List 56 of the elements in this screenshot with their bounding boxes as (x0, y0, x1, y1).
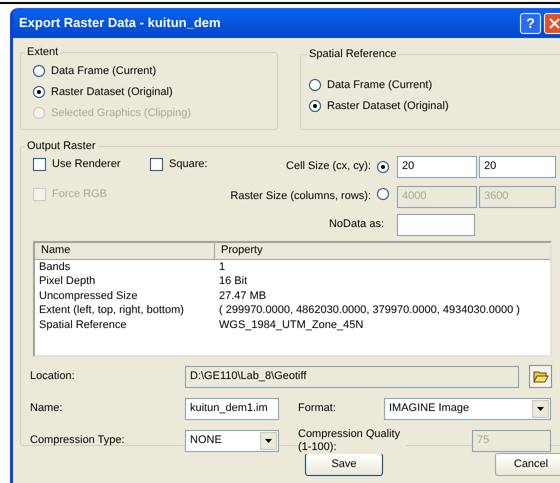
caret-icon (260, 432, 277, 450)
folder-icon (532, 370, 548, 383)
table-cell-text: Uncompressed Size (38, 288, 138, 304)
radio-label: Selected Graphics (Clipping) (51, 106, 192, 121)
help-button[interactable]: ? (520, 12, 541, 34)
table-cell-text: Extent (left, top, right, bottom) (38, 303, 185, 318)
table-cell-text: 27.47 MB (218, 288, 268, 304)
column-header[interactable]: Property (215, 242, 550, 258)
checkbox-label: Use Renderer (52, 157, 120, 172)
radio-label: Raster Dataset (Original) (327, 98, 449, 114)
table-cell-text: Bands (38, 260, 72, 274)
table-cell-text: 16 Bit (218, 274, 248, 289)
radio-button[interactable] (33, 86, 45, 98)
dropdown[interactable]: IMAGINE Image (384, 398, 551, 420)
checkbox-label: Force RGB (52, 187, 108, 202)
compression-type-label: Compression Type: (30, 433, 126, 448)
cell-size-y-field[interactable]: 20 (479, 156, 556, 178)
format-label: Format: (298, 401, 337, 416)
column-header[interactable]: Name (35, 242, 215, 258)
table-cell-text: Spatial Reference (38, 318, 128, 332)
table-cell-text: WGS_1984_UTM_Zone_45N (218, 318, 364, 332)
nodata-label: NoData as: (328, 217, 384, 232)
group-label: Extent (26, 45, 60, 60)
dialog-button[interactable]: Cancel (495, 453, 560, 476)
radio-button[interactable] (309, 100, 321, 112)
table-cell-text: Pixel Depth (38, 274, 96, 289)
dropdown[interactable]: NONE (185, 430, 279, 452)
radio-label: Data Frame (Current) (327, 78, 432, 93)
name-field[interactable]: kuitun_dem1.im (185, 398, 279, 420)
dialog-button[interactable]: Save (305, 453, 383, 476)
radio-button[interactable] (33, 65, 45, 77)
radio-button[interactable] (377, 161, 389, 174)
close-button[interactable] (544, 12, 560, 34)
cell-size-x-field[interactable]: 20 (397, 156, 477, 178)
close-icon (549, 18, 560, 28)
checkbox-label: Square: (169, 157, 208, 172)
browse-button[interactable] (529, 365, 552, 388)
caret-icon (532, 400, 549, 418)
name-label: Name: (30, 401, 64, 416)
radio-button[interactable] (309, 79, 321, 91)
nodata-field[interactable] (397, 214, 475, 236)
group-label: Output Raster (26, 139, 96, 154)
location-label: Location: (30, 369, 76, 384)
checkbox[interactable] (33, 158, 46, 172)
radio-button[interactable] (377, 188, 389, 200)
cell-size-label: Cell Size (cx, cy): (285, 159, 371, 174)
radio-label: Raster Dataset (Original) (51, 84, 173, 100)
table-cell-text: 1 (218, 260, 226, 274)
window-title: Export Raster Data - kuitun_dem (19, 14, 222, 32)
radio-label: Data Frame (Current) (51, 64, 156, 79)
checkbox[interactable] (150, 158, 163, 172)
raster-size-label: Raster Size (columns, rows): (229, 189, 371, 204)
group-label: Spatial Reference (308, 47, 398, 62)
table-cell-text: ( 299970.0000, 4862030.0000, 379970.0000, 4934030.0000 ) (218, 303, 521, 318)
location-field[interactable]: D:\GE110\Lab_8\Geotiff (185, 366, 519, 388)
compression-quality-label: Compression Quality (1-100): (298, 428, 406, 454)
